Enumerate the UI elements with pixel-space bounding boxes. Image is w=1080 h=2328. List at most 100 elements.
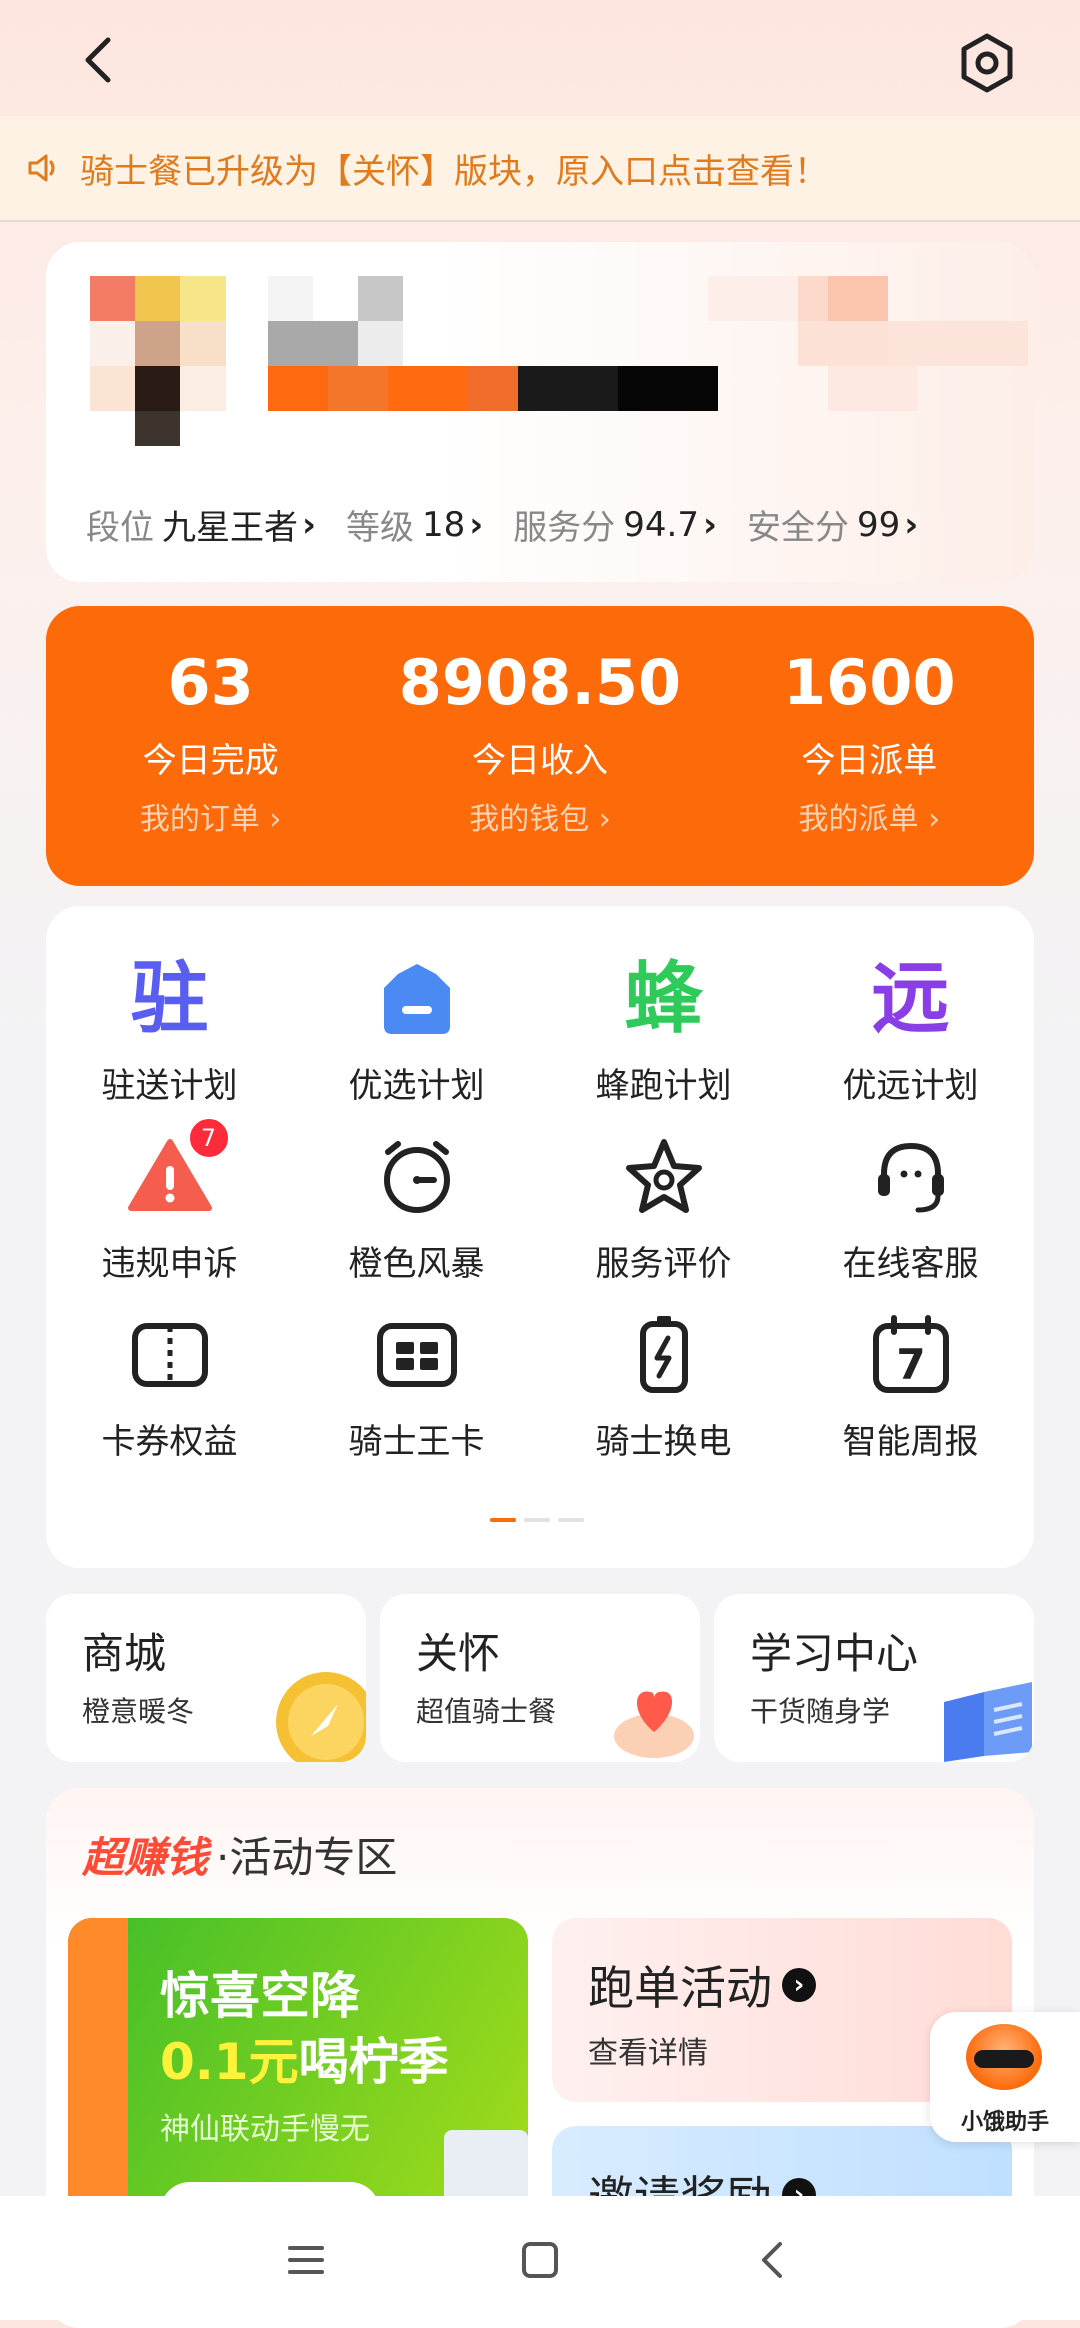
stat-label: 安全分: [747, 508, 850, 548]
home-square-icon[interactable]: [510, 2230, 570, 2290]
run-activity-title-text: 跑单活动: [588, 1961, 772, 2015]
shortcut-subtitle: 橙意暖冬: [82, 1695, 195, 1728]
grid-item-label: 骑士王卡: [348, 1422, 485, 1462]
promo-subtitle: 神仙联动手慢无: [160, 2112, 370, 2147]
avatar[interactable]: [90, 276, 226, 446]
arrow-right-circle-icon: ›: [782, 1968, 816, 2002]
completed-count: 63: [167, 646, 254, 719]
top-bar: [0, 0, 1080, 120]
back-arrow-icon[interactable]: [70, 30, 130, 90]
back-nav-icon[interactable]: [744, 2230, 804, 2290]
grid-item-label: 卡券权益: [101, 1422, 238, 1462]
stat-safety-score[interactable]: 安全分 99 ›: [747, 500, 918, 549]
stat-level[interactable]: 等级 18 ›: [346, 500, 483, 549]
grid-item-weekly-report[interactable]: 7 智能周报: [787, 1312, 1034, 1490]
stat-value: 94.7: [623, 504, 699, 545]
grid-item-coupons[interactable]: 卡券权益: [46, 1312, 293, 1490]
dispatch-count: 1600: [783, 646, 956, 719]
promo-price: 0.1元: [160, 2033, 299, 2091]
speaker-icon: [28, 154, 55, 182]
assistant-floating-button[interactable]: 小饿助手: [930, 2012, 1080, 2142]
my-wallet-link[interactable]: 我的钱包 ›: [375, 794, 704, 838]
grid-item-battery-swap[interactable]: 骑士换电: [540, 1312, 787, 1490]
system-nav-bar: [0, 2196, 1080, 2320]
grid-item-rating[interactable]: 服务评价: [540, 1134, 787, 1312]
upgrade-notice-banner[interactable]: 骑士餐已升级为【关怀】版块，原入口点击查看！: [0, 116, 1080, 222]
grid-item-king-card[interactable]: 骑士王卡: [293, 1312, 540, 1490]
icon-char: 驻: [130, 954, 209, 1044]
stat-rank[interactable]: 段位 九星王者 ›: [86, 500, 316, 549]
grid-item-label: 橙色风暴: [348, 1244, 485, 1284]
book-icon: [944, 1682, 1032, 1762]
feng-char-icon: 蜂: [621, 956, 707, 1042]
summary-label: 今日完成: [142, 741, 279, 781]
shortcut-title: 商城: [82, 1629, 167, 1678]
battery-icon: [621, 1312, 707, 1398]
shortcut-subtitle: 超值骑士餐: [416, 1695, 557, 1728]
summary-dispatch[interactable]: 1600 今日派单 我的派单 ›: [705, 606, 1034, 886]
summary-label: 今日派单: [801, 741, 938, 781]
icon-char: 蜂: [624, 954, 703, 1044]
alarm-clock-icon: [374, 1134, 460, 1220]
grid-item-label: 服务评价: [595, 1244, 732, 1284]
my-dispatch-link[interactable]: 我的派单 ›: [705, 794, 1034, 838]
gold-coin-icon: [276, 1672, 366, 1762]
grid-item-label: 在线客服: [842, 1244, 979, 1284]
my-orders-link[interactable]: 我的订单 ›: [46, 794, 375, 838]
stat-label: 服务分: [513, 508, 616, 548]
shortcut-mall[interactable]: 商城 橙意暖冬: [46, 1594, 366, 1762]
warning-icon: 7: [127, 1116, 231, 1220]
activity-zone-title: 超赚钱 ·活动专区: [82, 1824, 397, 1885]
promo-banner[interactable]: 惊喜空降 0.1元喝柠季 神仙联动手慢无: [68, 1918, 528, 2238]
rider-name-blurred: [268, 276, 718, 411]
assistant-visor: [974, 2050, 1034, 2068]
summary-income[interactable]: 8908.50 今日收入 我的钱包 ›: [375, 606, 704, 886]
rider-profile-card[interactable]: 段位 九星王者 › 等级 18 › 服务分 94.7 › 安全分 99 ›: [46, 242, 1034, 582]
page-dot: [558, 1518, 584, 1522]
stat-service-score[interactable]: 服务分 94.7 ›: [513, 500, 717, 549]
headset-icon: [868, 1134, 954, 1220]
rider-stats-row: 段位 九星王者 › 等级 18 › 服务分 94.7 › 安全分 99 ›: [86, 500, 948, 549]
page-dot-active: [490, 1518, 516, 1522]
summary-completed[interactable]: 63 今日完成 我的订单 ›: [46, 606, 375, 886]
grid-item-label: 骑士换电: [595, 1422, 732, 1462]
grid-item-youyuan[interactable]: 远 优远计划: [787, 956, 1034, 1134]
grid-item-storm[interactable]: 橙色风暴: [293, 1134, 540, 1312]
shortcut-care[interactable]: 关怀 超值骑士餐: [380, 1594, 700, 1762]
grid-item-youxuan[interactable]: 优选计划: [293, 956, 540, 1134]
grid-item-fengpao[interactable]: 蜂 蜂跑计划: [540, 956, 787, 1134]
ticket-icon: [127, 1312, 213, 1398]
chevron-right-icon: ›: [703, 504, 718, 545]
income-amount: 8908.50: [398, 646, 682, 719]
promo-stripe: [68, 1918, 128, 2238]
chevron-right-icon: ›: [302, 504, 317, 545]
activity-title-text: ·活动专区: [216, 1833, 398, 1882]
notice-text: 骑士餐已升级为【关怀】版块，原入口点击查看！: [80, 151, 828, 192]
run-activity-title: 跑单活动 ›: [588, 1952, 816, 2018]
card-icon: [374, 1312, 460, 1398]
calendar-7-icon: 7: [868, 1312, 954, 1398]
heart-hands-icon: [614, 1691, 694, 1758]
run-activity-subtitle: 查看详情: [588, 2036, 708, 2071]
menu-icon[interactable]: [276, 2230, 336, 2290]
stat-label: 段位: [86, 508, 154, 548]
today-summary-panel: 63 今日完成 我的订单 › 8908.50 今日收入 我的钱包 › 1600 …: [46, 606, 1034, 886]
grid-item-appeal[interactable]: 7 违规申诉: [46, 1116, 293, 1312]
shortcut-subtitle: 干货随身学: [750, 1695, 891, 1728]
zhu-char-icon: 驻: [127, 956, 213, 1042]
calendar-day-number: 7: [896, 1340, 925, 1389]
grid-item-support[interactable]: 在线客服: [787, 1134, 1034, 1312]
assistant-label: 小饿助手: [960, 2110, 1049, 2135]
stat-value: 99: [857, 504, 901, 545]
rider-badge-blurred: [708, 276, 1028, 411]
icon-char: 远: [871, 954, 950, 1044]
grid-item-zhusong[interactable]: 驻 驻送计划: [46, 956, 293, 1134]
settings-hexagon-icon[interactable]: [954, 30, 1020, 96]
notification-badge: 7: [186, 1116, 231, 1160]
shortcut-learning[interactable]: 学习中心 干货随身学: [714, 1594, 1034, 1762]
shortcut-title: 关怀: [416, 1629, 501, 1678]
stat-value: 18: [422, 504, 466, 545]
chevron-right-icon: ›: [469, 504, 484, 545]
promo-offer: 0.1元喝柠季: [160, 2022, 449, 2094]
stat-label: 等级: [346, 508, 415, 548]
